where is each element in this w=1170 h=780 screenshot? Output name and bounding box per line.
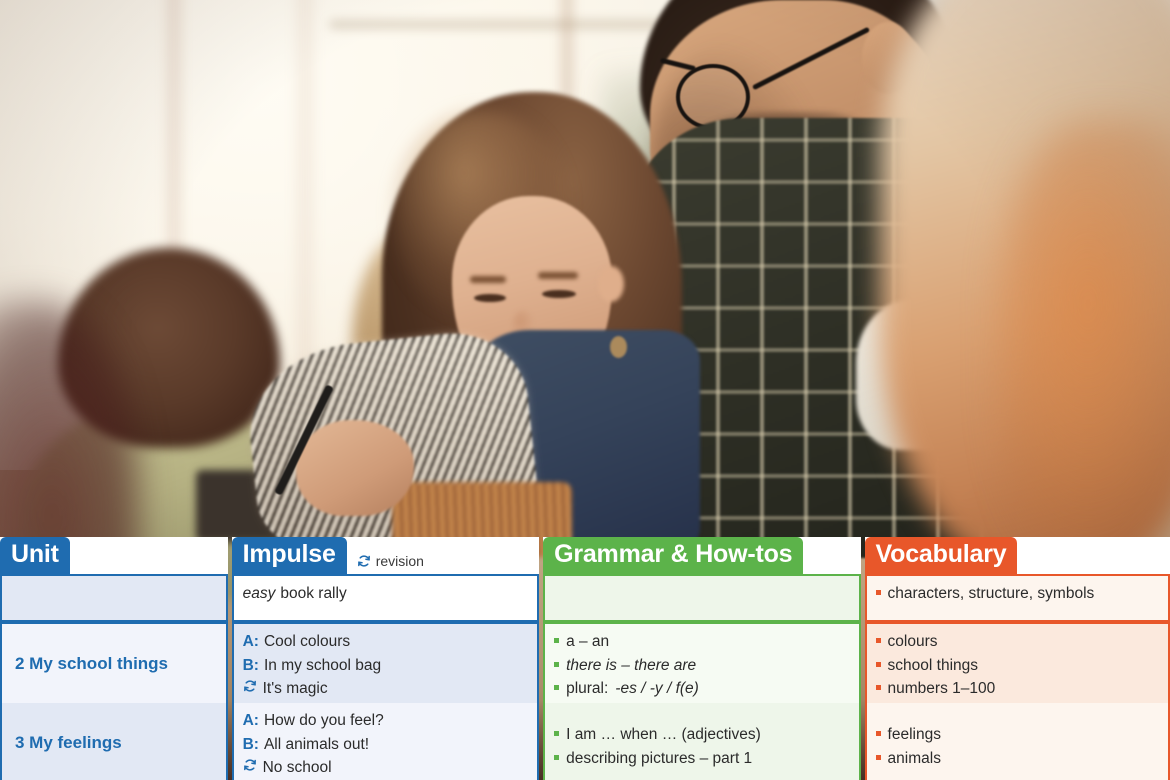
impulse-line-text: All animals out! — [263, 735, 370, 753]
tab-impulse[interactable]: Impulse — [231, 537, 347, 574]
column-vocabulary: Vocabulary characters, structure, symbol… — [864, 537, 1170, 780]
vocab-cell-row2: colours school things numbers 1–100 — [866, 624, 1168, 703]
unit-row-group-1 — [0, 574, 228, 622]
unit-cell-row2: 2 My school things — [2, 624, 226, 703]
impulse-row-group-1: easy book rally — [231, 574, 540, 622]
cycle-revision-icon — [243, 758, 258, 772]
column-impulse-header: Impulse revision — [231, 537, 539, 574]
grammar-bullet: describing pictures – part 1 — [554, 747, 849, 771]
vocab-bullet-text: animals — [887, 749, 941, 767]
grammar-bullet: a – an — [554, 630, 849, 654]
vocab-bullet: feelings — [876, 723, 1159, 747]
impulse-line-text: It's magic — [262, 680, 328, 698]
column-grammar-header: Grammar & How-tos — [543, 537, 860, 574]
impulse-line-text: In my school bag — [263, 656, 382, 674]
grammar-bullet-text: plural: — [566, 680, 609, 698]
grammar-bullet-text: there is – there are — [566, 656, 697, 674]
revision-legend: revision — [357, 553, 424, 574]
impulse-line: No school — [243, 756, 528, 780]
page-root: Unit 2 My school things 3 My feelings Im… — [0, 0, 1170, 780]
grammar-bullet: I am … when … (adjectives) — [554, 723, 849, 747]
tab-grammar-how-tos[interactable]: Grammar & How-tos — [543, 537, 804, 574]
impulse-cell-row2: A: Cool colours B: In my school bag It's… — [233, 624, 538, 703]
vocab-bullet: school things — [876, 654, 1159, 678]
unit-cell-row3: 3 My feelings — [2, 703, 226, 780]
vocab-bullet: animals — [876, 747, 1159, 771]
vocab-cell-row3: feelings animals — [866, 703, 1168, 780]
impulse-line-text: How do you feel? — [263, 712, 384, 729]
impulse-line-emphasis: easy — [242, 585, 276, 602]
tab-unit[interactable]: Unit — [0, 537, 70, 574]
course-overview-table: Unit 2 My school things 3 My feelings Im… — [0, 537, 1170, 780]
grammar-bullet: there is – there are — [554, 654, 849, 678]
grammar-row-group-1 — [543, 574, 861, 622]
column-unit: Unit 2 My school things 3 My feelings — [0, 537, 228, 780]
revision-label: revision — [375, 553, 424, 569]
grammar-cell-row1 — [545, 576, 859, 620]
cycle-revision-icon — [357, 554, 371, 568]
speaker-label: A: — [242, 712, 259, 729]
impulse-cell-row1: easy book rally — [233, 576, 538, 620]
column-vocabulary-header: Vocabulary — [864, 537, 1170, 574]
tab-vocabulary[interactable]: Vocabulary — [864, 537, 1018, 574]
grammar-cell-row3: I am … when … (adjectives) describing pi… — [545, 703, 859, 780]
impulse-row-group-2: A: Cool colours B: In my school bag It's… — [231, 622, 540, 780]
impulse-line-text: Cool colours — [263, 633, 351, 650]
impulse-line: B: In my school bag — [243, 654, 528, 678]
cycle-revision-icon — [243, 679, 258, 693]
impulse-line: A: How do you feel? — [243, 709, 528, 733]
speaker-label: A: — [242, 633, 259, 650]
grammar-cell-row2: a – an there is – there are plural: -es … — [545, 624, 859, 703]
vocab-bullet: numbers 1–100 — [876, 677, 1159, 701]
grammar-bullet-text: I am … when … (adjectives) — [566, 726, 761, 743]
vocab-bullet-text: feelings — [887, 726, 941, 743]
impulse-line: B: All animals out! — [243, 733, 528, 757]
vocab-bullet: colours — [876, 630, 1159, 654]
impulse-line-text: book rally — [280, 585, 347, 602]
impulse-line: easy book rally — [243, 582, 528, 606]
impulse-line-text: No school — [262, 759, 332, 777]
vocab-bullet-text: characters, structure, symbols — [887, 585, 1095, 602]
vocab-bullet: characters, structure, symbols — [876, 582, 1159, 606]
unit-cell-row1 — [2, 576, 226, 620]
impulse-line: A: Cool colours — [243, 630, 528, 654]
grammar-bullet-text-italic: -es / -y / f(e) — [615, 680, 699, 698]
column-unit-header: Unit — [0, 537, 228, 574]
unit-row-group-2: 2 My school things 3 My feelings — [0, 622, 228, 780]
speaker-label: B: — [242, 735, 259, 753]
vocab-row-group-2: colours school things numbers 1–100 feel… — [864, 622, 1170, 780]
grammar-bullet-text: a – an — [566, 633, 610, 650]
column-grammar: Grammar & How-tos a – an there is – ther… — [543, 537, 861, 780]
vocab-cell-row1: characters, structure, symbols — [866, 576, 1168, 620]
grammar-bullet: plural: -es / -y / f(e) — [554, 677, 849, 701]
vocab-bullet-text: colours — [887, 633, 938, 650]
impulse-cell-row3: A: How do you feel? B: All animals out! — [233, 703, 538, 780]
vocab-bullet-text: school things — [887, 656, 979, 674]
grammar-row-group-2: a – an there is – there are plural: -es … — [543, 622, 861, 780]
vocab-bullet-text: numbers 1–100 — [887, 680, 996, 698]
speaker-label: B: — [242, 656, 259, 674]
impulse-line: It's magic — [243, 677, 528, 701]
grammar-bullet-text: describing pictures – part 1 — [566, 749, 753, 767]
vocab-row-group-1: characters, structure, symbols — [864, 574, 1170, 622]
column-impulse: Impulse revision easy book rally A: Cool… — [231, 537, 540, 780]
